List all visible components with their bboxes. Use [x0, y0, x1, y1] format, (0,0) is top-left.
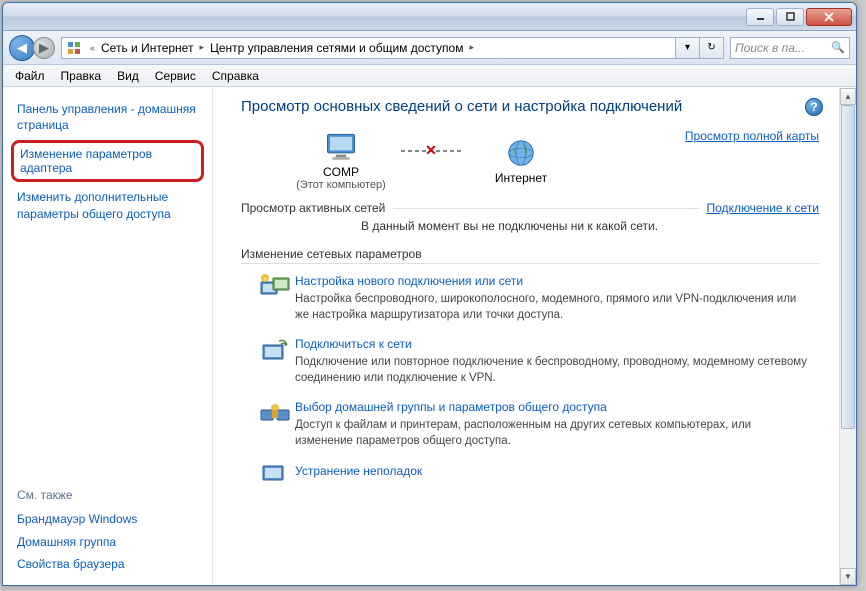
scroll-up-button[interactable]: ▲: [840, 88, 856, 105]
globe-icon: [501, 135, 541, 171]
sidebar: Панель управления - домашняя страница Из…: [3, 88, 213, 585]
help-icon[interactable]: ?: [805, 98, 823, 116]
task-connect: Подключиться к сети Подключение или повт…: [241, 337, 819, 386]
menu-edit[interactable]: Правка: [53, 67, 110, 85]
sidebar-homegroup-link[interactable]: Домашняя группа: [11, 531, 204, 553]
see-also-title: См. также: [11, 482, 204, 508]
chevron-icon: «: [86, 43, 99, 53]
forward-button[interactable]: ▶: [33, 37, 55, 59]
sidebar-home-link[interactable]: Панель управления - домашняя страница: [11, 98, 204, 136]
task-desc: Подключение или повторное подключение к …: [295, 354, 809, 386]
network-node-internet: Интернет: [461, 135, 581, 185]
sidebar-browser-link[interactable]: Свойства браузера: [11, 553, 204, 575]
connect-icon: [255, 337, 295, 386]
task-homegroup: Выбор домашней группы и параметров общег…: [241, 400, 819, 449]
task-link[interactable]: Устранение неполадок: [295, 464, 809, 478]
task-desc: Доступ к файлам и принтерам, расположенн…: [295, 417, 809, 449]
node-label: Интернет: [495, 171, 547, 185]
view-full-map-link[interactable]: Просмотр полной карты: [685, 129, 819, 143]
search-placeholder: Поиск в па...: [735, 41, 805, 55]
node-label: COMP: [323, 165, 359, 179]
connect-to-network-link[interactable]: Подключение к сети: [707, 201, 819, 215]
see-also-block: См. также Брандмауэр Windows Домашняя гр…: [11, 482, 204, 575]
main-panel: ? Просмотр основных сведений о сети и на…: [213, 88, 839, 585]
scroll-track[interactable]: [840, 105, 856, 568]
sidebar-sharing-link[interactable]: Изменить дополнительные параметры общего…: [11, 186, 204, 224]
addr-dropdown-button[interactable]: ▾: [676, 37, 700, 59]
close-button[interactable]: [806, 8, 852, 26]
active-networks-header: Просмотр активных сетей Подключение к се…: [241, 201, 819, 215]
task-link[interactable]: Подключиться к сети: [295, 337, 809, 351]
search-icon: 🔍: [831, 41, 845, 54]
refresh-button[interactable]: ↻: [700, 37, 724, 59]
network-connection-line: ✕: [401, 150, 461, 152]
control-panel-icon: [66, 40, 82, 56]
breadcrumb[interactable]: « Сеть и Интернет ▸ Центр управления сет…: [61, 37, 676, 59]
content: Панель управления - домашняя страница Из…: [3, 87, 856, 585]
sidebar-adapter-link[interactable]: Изменение параметров адаптера: [20, 147, 195, 175]
node-sublabel: (Этот компьютер): [296, 179, 386, 191]
scroll-thumb[interactable]: [841, 105, 855, 429]
network-node-this-pc: COMP (Этот компьютер): [281, 129, 401, 191]
menu-help[interactable]: Справка: [204, 67, 267, 85]
chevron-right-icon: ▸: [195, 42, 208, 53]
window: ◀ ▶ « Сеть и Интернет ▸ Центр управления…: [2, 2, 857, 586]
page-title: Просмотр основных сведений о сети и наст…: [241, 98, 819, 115]
menu-view[interactable]: Вид: [109, 67, 147, 85]
sidebar-firewall-link[interactable]: Брандмауэр Windows: [11, 508, 204, 530]
address-bar: ◀ ▶ « Сеть и Интернет ▸ Центр управления…: [3, 31, 856, 65]
scrollbar[interactable]: ▲ ▼: [839, 88, 856, 585]
troubleshoot-icon: [255, 464, 295, 484]
homegroup-icon: [255, 400, 295, 449]
menu-service[interactable]: Сервис: [147, 67, 204, 85]
scroll-down-button[interactable]: ▼: [840, 568, 856, 585]
minimize-button[interactable]: [746, 8, 774, 26]
back-button[interactable]: ◀: [9, 35, 35, 61]
change-settings-header: Изменение сетевых параметров: [241, 247, 819, 264]
titlebar: [3, 3, 856, 31]
breadcrumb-seg-2[interactable]: Центр управления сетями и общим доступом: [208, 41, 466, 55]
breadcrumb-seg-1[interactable]: Сеть и Интернет: [99, 41, 195, 55]
new-connection-icon: +: [255, 274, 295, 323]
network-map: COMP (Этот компьютер) ✕ Интернет Просмот…: [241, 129, 819, 191]
menu-file[interactable]: Файл: [7, 67, 53, 85]
chevron-right-icon: ▸: [465, 42, 478, 53]
section-label: Просмотр активных сетей: [241, 201, 385, 215]
highlight-annotation: Изменение параметров адаптера: [11, 140, 204, 182]
search-input[interactable]: Поиск в па... 🔍: [730, 37, 850, 59]
task-desc: Настройка беспроводного, широкополосного…: [295, 291, 809, 323]
maximize-button[interactable]: [776, 8, 804, 26]
monitor-icon: [321, 129, 361, 165]
task-link[interactable]: Настройка нового подключения или сети: [295, 274, 809, 288]
no-network-text: В данный момент вы не подключены ни к ка…: [241, 219, 819, 233]
menubar: Файл Правка Вид Сервис Справка: [3, 65, 856, 87]
task-link[interactable]: Выбор домашней группы и параметров общег…: [295, 400, 809, 414]
svg-text:+: +: [263, 277, 267, 283]
disconnected-icon: ✕: [425, 142, 437, 159]
task-new-connection: + Настройка нового подключения или сети …: [241, 274, 819, 323]
task-troubleshoot: Устранение неполадок: [241, 464, 819, 484]
